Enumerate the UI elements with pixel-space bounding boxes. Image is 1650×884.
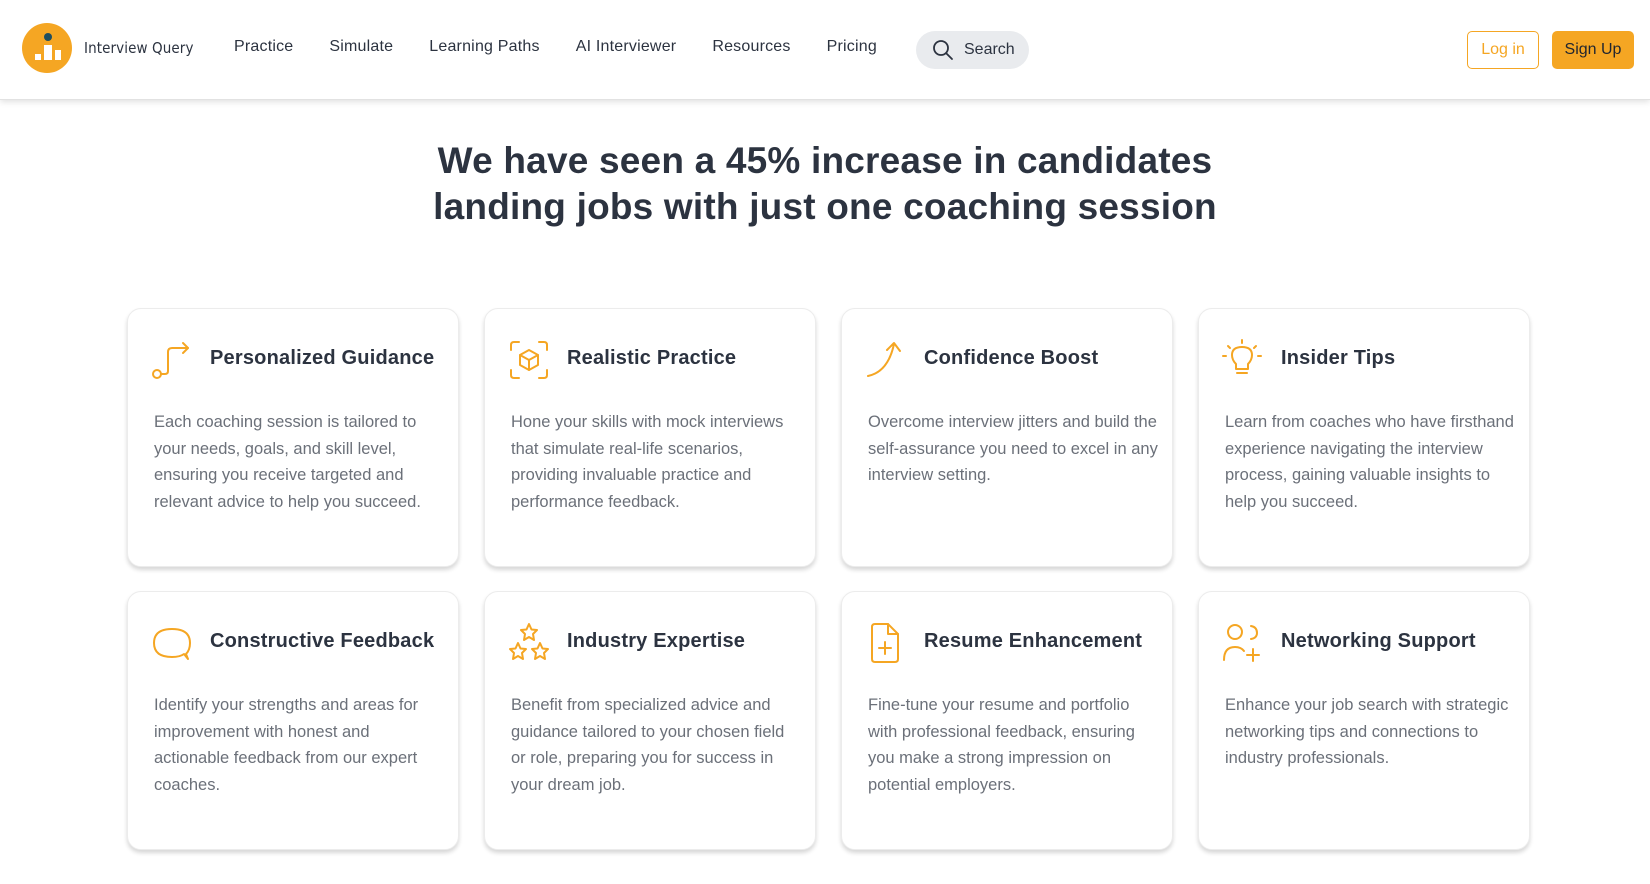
card-title: Industry Expertise bbox=[567, 630, 746, 652]
card-title: Realistic Practice bbox=[567, 347, 737, 369]
card-description: Overcome interview jitters and build the… bbox=[868, 413, 1158, 484]
route-arrow-icon bbox=[150, 338, 194, 382]
card-title: Personalized Guidance bbox=[210, 347, 435, 369]
card-title: Resume Enhancement bbox=[924, 630, 1143, 652]
stars-icon bbox=[507, 621, 551, 665]
signup-button[interactable]: Sign Up bbox=[1552, 31, 1634, 69]
feature-card-resume-enhancement: Resume Enhancement Fine-tune your resume… bbox=[841, 591, 1173, 850]
card-description: Identify your strengths and areas for im… bbox=[154, 696, 419, 794]
card-description: Enhance your job search with strategic n… bbox=[1225, 696, 1509, 767]
headline-line-2: landing jobs with just one coaching sess… bbox=[433, 186, 1217, 227]
page-headline: We have seen a 45% increase in candidate… bbox=[0, 138, 1650, 230]
nav-item-simulate[interactable]: Simulate bbox=[329, 38, 393, 56]
feature-card-realistic-practice: Realistic Practice Hone your skills with… bbox=[484, 308, 816, 567]
search-icon bbox=[933, 40, 953, 60]
cube-scan-icon bbox=[507, 338, 551, 382]
users-add-icon bbox=[1221, 621, 1265, 665]
nav-item-pricing[interactable]: Pricing bbox=[827, 38, 877, 56]
nav-item-ai-interviewer[interactable]: AI Interviewer bbox=[576, 38, 677, 56]
main-nav: Practice Simulate Learning Paths AI Inte… bbox=[234, 38, 913, 56]
feature-card-constructive-feedback: Constructive Feedback Identify your stre… bbox=[127, 591, 459, 850]
feature-card-industry-expertise: Industry Expertise Benefit from speciali… bbox=[484, 591, 816, 850]
search-label: Search bbox=[964, 41, 1015, 58]
nav-item-learning-paths[interactable]: Learning Paths bbox=[429, 38, 539, 56]
card-title: Insider Tips bbox=[1281, 347, 1396, 369]
feature-card-networking-support: Networking Support Enhance your job sear… bbox=[1198, 591, 1530, 850]
trend-arrow-icon bbox=[864, 338, 908, 382]
card-description: Fine-tune your resume and portfolio with… bbox=[868, 696, 1135, 794]
brand-name: Interview Query bbox=[84, 39, 194, 57]
card-title: Networking Support bbox=[1281, 630, 1476, 652]
nav-item-resources[interactable]: Resources bbox=[712, 38, 790, 56]
search-button[interactable]: Search bbox=[916, 31, 1029, 69]
card-title: Confidence Boost bbox=[924, 347, 1099, 369]
headline-line-1: We have seen a 45% increase in candidate… bbox=[437, 140, 1213, 181]
document-add-icon bbox=[864, 621, 908, 665]
card-description: Hone your skills with mock interviews th… bbox=[511, 413, 784, 511]
nav-item-practice[interactable]: Practice bbox=[234, 38, 293, 56]
top-nav-bar: Interview Query Practice Simulate Learni… bbox=[0, 0, 1650, 100]
card-description: Each coaching session is tailored to you… bbox=[154, 413, 421, 511]
card-description: Learn from coaches who have firsthand ex… bbox=[1225, 413, 1514, 511]
feature-card-confidence-boost: Confidence Boost Overcome interview jitt… bbox=[841, 308, 1173, 567]
chat-bubble-icon bbox=[150, 621, 194, 665]
login-button[interactable]: Log in bbox=[1467, 31, 1539, 69]
card-title: Constructive Feedback bbox=[210, 630, 435, 652]
feature-card-insider-tips: Insider Tips Learn from coaches who have… bbox=[1198, 308, 1530, 567]
lightbulb-icon bbox=[1221, 338, 1265, 382]
feature-card-personalized-guidance: Personalized Guidance Each coaching sess… bbox=[127, 308, 459, 567]
card-description: Benefit from specialized advice and guid… bbox=[511, 696, 785, 794]
logo-icon bbox=[22, 23, 72, 73]
brand-logo-link[interactable]: Interview Query bbox=[22, 23, 194, 73]
